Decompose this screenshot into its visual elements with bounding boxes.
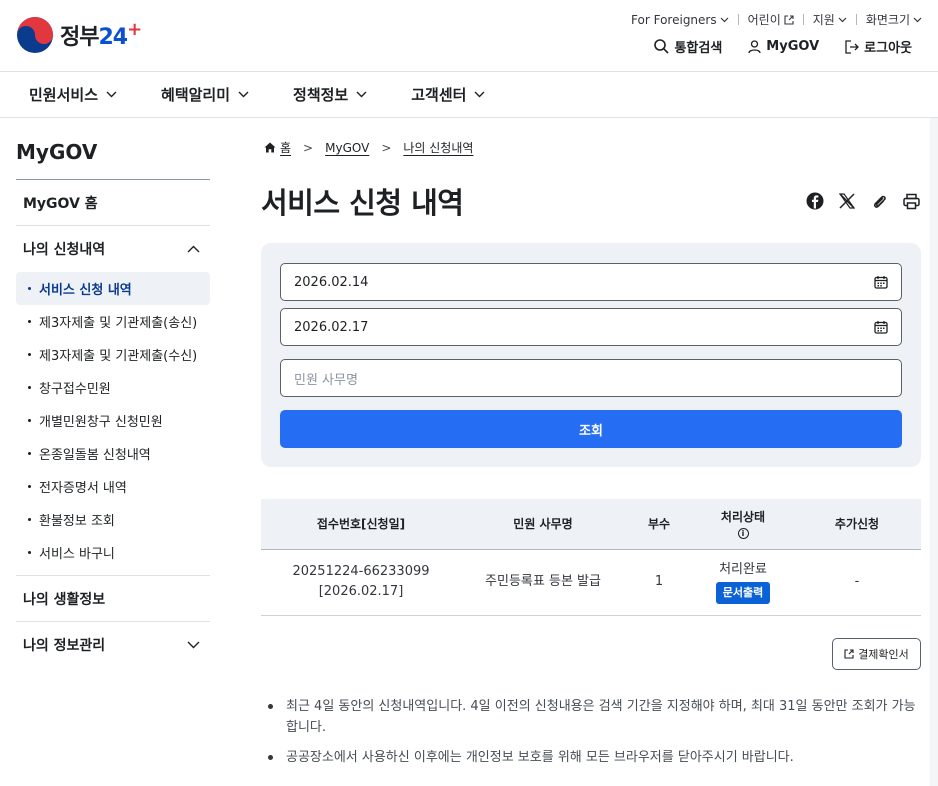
end-date-field[interactable]: 2026.02.17 bbox=[280, 308, 902, 346]
chevron-up-icon bbox=[187, 245, 200, 253]
sidebar-item-mygov-home[interactable]: MyGOV 홈 bbox=[16, 180, 210, 226]
chevron-down-icon bbox=[106, 91, 117, 98]
application-table: 접수번호[신청일] 민원 사무명 부수 처리상태 i 추가신청 20251224… bbox=[261, 499, 921, 616]
table-row: 20251224-66233099 [2026.02.17] 주민등록표 등본 발… bbox=[261, 549, 921, 616]
notice-item: 공공장소에서 사용하신 이후에는 개인정보 보호를 위해 모든 브라우저를 닫아… bbox=[264, 747, 920, 768]
sidebar-item-individual-counter[interactable]: 개별민원창구 신청민원 bbox=[16, 404, 210, 437]
col-extra: 추가신청 bbox=[793, 499, 921, 550]
site-header: 정부24+ For Foreigners 어린이 지원 화면크기 통합검색 My… bbox=[0, 0, 938, 72]
home-icon bbox=[264, 142, 276, 153]
col-receipt-no: 접수번호[신청일] bbox=[261, 499, 461, 550]
sidebar-item-allday-care[interactable]: 온종일돌봄 신청내역 bbox=[16, 437, 210, 470]
info-icon[interactable]: i bbox=[737, 528, 749, 540]
notice-item: 최근 4일 동안의 신청내역입니다. 4일 이전의 신청내용은 검색 기간을 지… bbox=[264, 696, 920, 738]
cell-status: 처리완료 문서출력 bbox=[693, 549, 793, 616]
payment-receipt-button[interactable]: 결제확인서 bbox=[832, 638, 921, 670]
global-nav: 민원서비스 혜택알리미 정책정보 고객센터 bbox=[0, 72, 938, 118]
top-nav: 통합검색 MyGOV 로그아웃 bbox=[628, 37, 912, 56]
for-foreigners-link[interactable]: For Foreigners bbox=[631, 13, 729, 27]
breadcrumb-home[interactable]: 홈 bbox=[280, 139, 291, 156]
link-copy-icon[interactable] bbox=[869, 191, 889, 211]
breadcrumb-separator: > bbox=[303, 140, 314, 155]
kids-link[interactable]: 어린이 bbox=[748, 11, 794, 28]
sidebar-submenu: 서비스 신청 내역 제3자제출 및 기관제출(송신) 제3자제출 및 기관제출(… bbox=[16, 272, 210, 576]
external-link-icon bbox=[784, 14, 794, 25]
sidebar-item-counter-civil[interactable]: 창구접수민원 bbox=[16, 371, 210, 404]
scroll-edge bbox=[930, 118, 938, 786]
external-link-icon bbox=[844, 649, 854, 659]
support-menu[interactable]: 지원 bbox=[813, 11, 847, 28]
cell-service-name: 주민등록표 등본 발급 bbox=[461, 549, 625, 616]
mygov-button[interactable]: MyGOV bbox=[748, 39, 819, 54]
cell-receipt-no: 20251224-66233099 [2026.02.17] bbox=[261, 549, 461, 616]
facebook-icon[interactable] bbox=[805, 191, 825, 211]
print-icon[interactable] bbox=[901, 191, 921, 211]
cell-extra: - bbox=[793, 549, 921, 616]
chevron-down-icon bbox=[356, 91, 367, 98]
col-service-name: 민원 사무명 bbox=[461, 499, 625, 550]
user-icon bbox=[748, 39, 761, 53]
chevron-down-icon bbox=[474, 91, 485, 98]
logo-text: 정부24+ bbox=[60, 19, 142, 50]
col-copies: 부수 bbox=[625, 499, 693, 550]
sidebar-section-manage[interactable]: 나의 정보관리 bbox=[16, 622, 210, 668]
logout-icon bbox=[845, 39, 860, 54]
gnb-customer-center[interactable]: 고객센터 bbox=[411, 84, 485, 105]
col-status: 처리상태 i bbox=[693, 499, 793, 550]
gnb-benefit-alarm[interactable]: 혜택알리미 bbox=[161, 84, 249, 105]
logout-button[interactable]: 로그아웃 bbox=[845, 37, 912, 56]
breadcrumb-current[interactable]: 나의 신청내역 bbox=[403, 139, 473, 156]
chevron-down-icon bbox=[187, 641, 200, 649]
taegeuk-logo-icon bbox=[17, 17, 53, 53]
integrated-search-button[interactable]: 통합검색 bbox=[654, 37, 722, 56]
sidebar-item-e-certificate[interactable]: 전자증명서 내역 bbox=[16, 470, 210, 503]
breadcrumb: 홈 > MyGOV > 나의 신청내역 bbox=[264, 139, 473, 156]
start-date-field[interactable]: 2026.02.14 bbox=[280, 263, 902, 301]
font-size-menu[interactable]: 화면크기 bbox=[866, 11, 922, 28]
chevron-down-icon bbox=[838, 17, 847, 22]
gnb-civil-service[interactable]: 민원서비스 bbox=[29, 84, 117, 105]
calendar-icon[interactable] bbox=[874, 275, 888, 289]
sidebar-item-third-party-sent[interactable]: 제3자제출 및 기관제출(송신) bbox=[16, 305, 210, 338]
cell-copies: 1 bbox=[625, 549, 693, 616]
sidebar-section-apply[interactable]: 나의 신청내역 bbox=[16, 226, 210, 272]
gnb-policy-info[interactable]: 정책정보 bbox=[293, 84, 367, 105]
sidebar-item-service-history[interactable]: 서비스 신청 내역 bbox=[16, 272, 210, 305]
search-panel: 2026.02.14 2026.02.17 민원 사무명 조회 bbox=[261, 243, 921, 467]
calendar-icon[interactable] bbox=[874, 320, 888, 334]
sidebar-item-third-party-received[interactable]: 제3자제출 및 기관제출(수신) bbox=[16, 338, 210, 371]
search-button[interactable]: 조회 bbox=[280, 410, 902, 448]
sidebar-section-life[interactable]: 나의 생활정보 bbox=[16, 576, 210, 622]
sidebar-item-refund[interactable]: 환불정보 조회 bbox=[16, 503, 210, 536]
search-icon bbox=[654, 39, 670, 54]
page-title: 서비스 신청 내역 bbox=[261, 186, 464, 220]
utility-links: For Foreigners 어린이 지원 화면크기 bbox=[631, 11, 922, 28]
status-text: 처리완료 bbox=[719, 562, 767, 577]
chevron-down-icon bbox=[238, 91, 249, 98]
service-name-input[interactable]: 민원 사무명 bbox=[280, 359, 902, 397]
table-header-row: 접수번호[신청일] 민원 사무명 부수 처리상태 i 추가신청 bbox=[261, 499, 921, 550]
sidebar-title: MyGOV bbox=[16, 118, 210, 180]
chevron-down-icon bbox=[913, 17, 922, 22]
x-twitter-icon[interactable] bbox=[837, 191, 857, 211]
sidebar-item-service-basket[interactable]: 서비스 바구니 bbox=[16, 536, 210, 569]
print-document-button[interactable]: 문서출력 bbox=[715, 582, 771, 604]
share-tools bbox=[805, 191, 933, 211]
gov24-logo[interactable]: 정부24+ bbox=[16, 16, 142, 54]
sidebar: MyGOV MyGOV 홈 나의 신청내역 서비스 신청 내역 제3자제출 및 … bbox=[16, 118, 210, 668]
breadcrumb-mygov[interactable]: MyGOV bbox=[325, 141, 369, 155]
chevron-down-icon bbox=[720, 17, 729, 22]
breadcrumb-separator: > bbox=[381, 140, 392, 155]
notice-list: 최근 4일 동안의 신청내역입니다. 4일 이전의 신청내용은 검색 기간을 지… bbox=[264, 696, 920, 777]
